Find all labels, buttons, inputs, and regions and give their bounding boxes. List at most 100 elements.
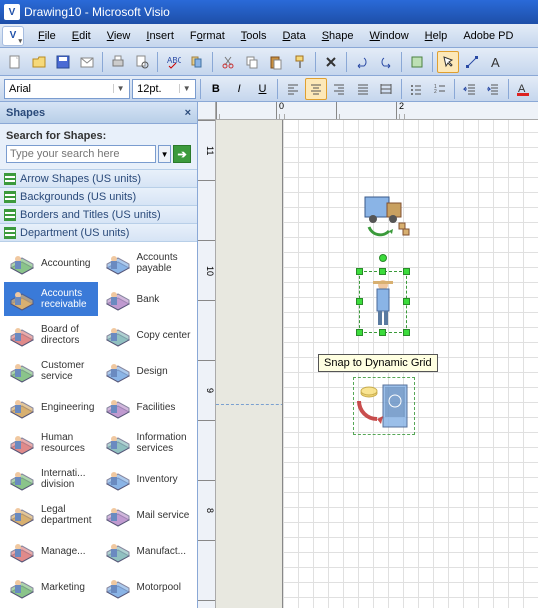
shape-item[interactable]: Copy center: [100, 318, 194, 352]
titlebar: V Drawing10 - Microsoft Visio: [0, 0, 538, 24]
connector-tool-button[interactable]: [461, 51, 483, 73]
shape-item[interactable]: Marketing: [4, 570, 98, 604]
open-button[interactable]: [28, 51, 50, 73]
decrease-indent-button[interactable]: [459, 78, 480, 100]
resize-handle[interactable]: [356, 268, 363, 275]
shape-item[interactable]: Customer service: [4, 354, 98, 388]
undo-button[interactable]: [351, 51, 373, 73]
bullets-button[interactable]: [406, 78, 427, 100]
email-button[interactable]: [76, 51, 98, 73]
ruler-vertical[interactable]: 111098: [198, 120, 216, 608]
cut-button[interactable]: [217, 51, 239, 73]
research-button[interactable]: [186, 51, 208, 73]
shape-item[interactable]: Motorpool: [100, 570, 194, 604]
shape-item-label: Information services: [137, 432, 192, 454]
shape-item[interactable]: Mail service: [100, 498, 194, 532]
align-left-button[interactable]: [282, 78, 303, 100]
menu-edit[interactable]: Edit: [64, 27, 99, 45]
menu-insert[interactable]: Insert: [138, 27, 182, 45]
shape-receiving[interactable]: [359, 189, 413, 239]
shape-item[interactable]: Manufact...: [100, 534, 194, 568]
shape-item[interactable]: Engineering: [4, 390, 98, 424]
resize-handle[interactable]: [356, 329, 363, 336]
search-go-button[interactable]: ➔: [173, 145, 191, 163]
font-size-value: 12pt.: [137, 83, 161, 95]
shape-item[interactable]: Inventory: [100, 462, 194, 496]
italic-button[interactable]: I: [229, 78, 250, 100]
svg-text:A: A: [491, 55, 500, 70]
underline-button[interactable]: U: [252, 78, 273, 100]
align-right-button[interactable]: [329, 78, 350, 100]
shape-item[interactable]: Manage...: [4, 534, 98, 568]
separator: [401, 79, 402, 99]
menu-shape[interactable]: Shape: [314, 27, 362, 45]
font-name-combo[interactable]: Arial▼: [4, 79, 130, 99]
stencil-borders[interactable]: Borders and Titles (US units): [0, 206, 197, 224]
menu-format[interactable]: Format: [182, 27, 233, 45]
font-color-button[interactable]: A: [513, 78, 534, 100]
stencil-department[interactable]: Department (US units): [0, 224, 197, 242]
redo-button[interactable]: [375, 51, 397, 73]
shape-item[interactable]: Accounts payable: [100, 246, 194, 280]
resize-handle[interactable]: [356, 298, 363, 305]
resize-handle[interactable]: [403, 298, 410, 305]
text-tool-button[interactable]: A: [485, 51, 507, 73]
shape-item[interactable]: Bank: [100, 282, 194, 316]
numbering-button[interactable]: 12: [429, 78, 450, 100]
shape-master-icon: [102, 249, 134, 277]
shape-item[interactable]: Accounts receivable: [4, 282, 98, 316]
shape-item[interactable]: Human resources: [4, 426, 98, 460]
shape-item[interactable]: Board of directors: [4, 318, 98, 352]
copy-button[interactable]: [241, 51, 263, 73]
delete-button[interactable]: [320, 51, 342, 73]
resize-handle[interactable]: [379, 268, 386, 275]
menu-tools[interactable]: Tools: [233, 27, 275, 45]
menu-data[interactable]: Data: [274, 27, 313, 45]
spelling-button[interactable]: ABC: [162, 51, 184, 73]
align-center-button[interactable]: [305, 78, 326, 100]
bold-button[interactable]: B: [205, 78, 226, 100]
shape-item[interactable]: Information services: [100, 426, 194, 460]
search-dropdown[interactable]: ▼: [158, 145, 171, 163]
stencil-backgrounds[interactable]: Backgrounds (US units): [0, 188, 197, 206]
shape-item[interactable]: Internati... division: [4, 462, 98, 496]
shape-department-worker[interactable]: [363, 275, 403, 329]
shape-bank-ghost[interactable]: [355, 379, 413, 433]
menu-window[interactable]: Window: [362, 27, 417, 45]
align-justify-button[interactable]: [352, 78, 373, 100]
pointer-tool-button[interactable]: [437, 51, 459, 73]
separator: [277, 79, 278, 99]
shape-item[interactable]: Legal department: [4, 498, 98, 532]
drawing-canvas[interactable]: Snap to Dynamic Grid: [216, 120, 538, 608]
print-preview-button[interactable]: [131, 51, 153, 73]
close-icon[interactable]: ×: [185, 107, 191, 119]
shape-item-label: Design: [137, 366, 168, 377]
new-button[interactable]: [4, 51, 26, 73]
shape-item[interactable]: Facilities: [100, 390, 194, 424]
print-button[interactable]: [107, 51, 129, 73]
resize-handle[interactable]: [403, 268, 410, 275]
resize-handle[interactable]: [403, 329, 410, 336]
paste-button[interactable]: [265, 51, 287, 73]
shape-master-icon: [6, 537, 38, 565]
shapes-window-button[interactable]: [406, 51, 428, 73]
ruler-horizontal[interactable]: 02: [216, 102, 538, 120]
font-size-combo[interactable]: 12pt.▼: [132, 79, 196, 99]
menu-adobe[interactable]: Adobe PD: [455, 27, 521, 45]
menu-file[interactable]: File: [30, 27, 64, 45]
resize-handle[interactable]: [379, 329, 386, 336]
stencil-arrow[interactable]: Arrow Shapes (US units): [0, 170, 197, 188]
menu-view[interactable]: View: [99, 27, 139, 45]
menu-help[interactable]: Help: [417, 27, 456, 45]
selection-handles: [359, 271, 407, 333]
save-button[interactable]: [52, 51, 74, 73]
shape-item[interactable]: Accounting: [4, 246, 98, 280]
increase-indent-button[interactable]: [482, 78, 503, 100]
format-painter-button[interactable]: [289, 51, 311, 73]
rotation-handle[interactable]: [379, 254, 387, 262]
control-menu-icon[interactable]: V: [2, 26, 24, 46]
distribute-button[interactable]: [375, 78, 396, 100]
shape-item[interactable]: Design: [100, 354, 194, 388]
search-input[interactable]: [6, 145, 156, 163]
shape-master-icon: [6, 429, 38, 457]
